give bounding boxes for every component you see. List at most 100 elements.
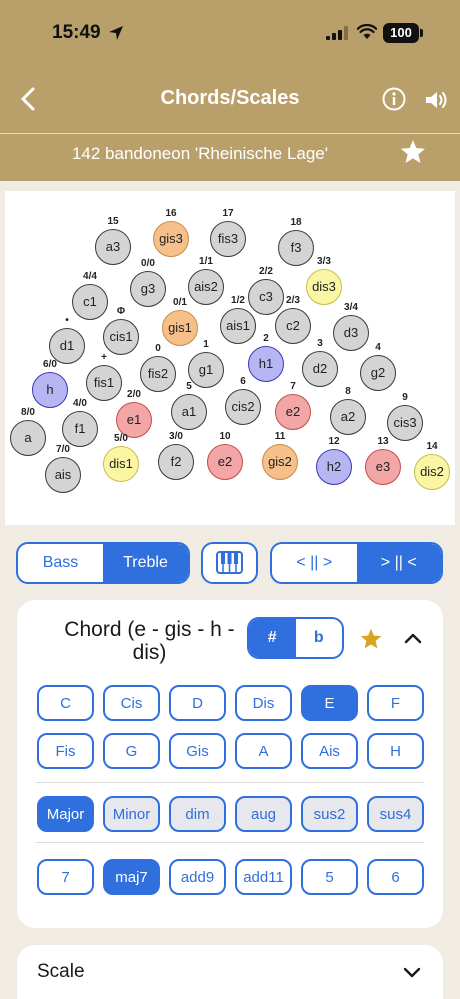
key-number: 4 [375, 342, 381, 353]
speaker-icon[interactable] [424, 88, 450, 112]
root-button-gis[interactable]: Gis [169, 733, 226, 769]
root-button-h[interactable]: H [367, 733, 424, 769]
quality-button-minor[interactable]: Minor [103, 796, 160, 832]
key-number: 8/0 [21, 407, 35, 418]
bandoneon-key[interactable]: dis1 [103, 446, 139, 482]
battery-nub [420, 29, 423, 37]
bandoneon-key[interactable]: e2 [207, 444, 243, 480]
key-number: 3/4 [344, 302, 358, 313]
key-number: 12 [328, 436, 340, 447]
bellows-toggle: < || > > || < [270, 542, 443, 584]
extension-button-maj7[interactable]: maj7 [103, 859, 160, 895]
header-bar: 15:49 100 Chords/Scales [0, 0, 460, 133]
key-number: 1 [203, 339, 209, 350]
bandoneon-key[interactable]: e3 [365, 449, 401, 485]
side-toggle: Bass Treble [16, 542, 190, 584]
bandoneon-key[interactable]: cis2 [225, 389, 261, 425]
key-number: 11 [274, 431, 286, 442]
location-arrow-icon [109, 26, 123, 40]
bandoneon-key[interactable]: f2 [158, 444, 194, 480]
flat-button[interactable]: b [296, 619, 343, 657]
star-icon[interactable] [359, 627, 383, 651]
key-number: 2/2 [259, 266, 273, 277]
key-number: 9 [402, 392, 408, 403]
battery-indicator: 100 [383, 23, 419, 43]
quality-button-sus4[interactable]: sus4 [367, 796, 424, 832]
bandoneon-key[interactable]: cis1 [103, 319, 139, 355]
divider [36, 842, 424, 843]
status-time: 15:49 [52, 22, 101, 43]
root-button-f[interactable]: F [367, 685, 424, 721]
scale-label: Scale [37, 961, 85, 982]
key-number: 7 [290, 381, 296, 392]
extension-button-6[interactable]: 6 [367, 859, 424, 895]
key-number: 5 [186, 381, 192, 392]
key-number: 5/0 [114, 433, 128, 444]
bandoneon-key[interactable]: gis3 [153, 221, 189, 257]
bandoneon-key[interactable]: a1 [171, 394, 207, 430]
treble-button[interactable]: Treble [103, 544, 188, 582]
bandoneon-key[interactable]: a3 [95, 229, 131, 265]
pull-button[interactable]: > || < [356, 544, 441, 582]
chord-card: Chord (e - gis - h - dis) # b C Cis D Dis E F… [17, 600, 443, 928]
root-button-cis[interactable]: Cis [103, 685, 160, 721]
root-button-d[interactable]: D [169, 685, 226, 721]
key-number: + [101, 352, 107, 363]
root-button-dis[interactable]: Dis [235, 685, 292, 721]
bandoneon-key[interactable]: ais [45, 457, 81, 493]
bandoneon-key[interactable]: e2 [275, 394, 311, 430]
key-number: 6/0 [43, 359, 57, 370]
wifi-icon [357, 24, 377, 39]
quality-button-sus2[interactable]: sus2 [301, 796, 358, 832]
key-number: 3 [317, 338, 323, 349]
key-number: 2 [263, 333, 269, 344]
bandoneon-key[interactable]: h2 [316, 449, 352, 485]
root-button-a[interactable]: A [235, 733, 292, 769]
signal-icon [326, 26, 348, 40]
chevron-up-icon[interactable] [403, 630, 423, 646]
root-button-ais[interactable]: Ais [301, 733, 358, 769]
quality-button-major[interactable]: Major [37, 796, 94, 832]
scale-card[interactable]: Scale [17, 945, 443, 999]
root-button-g[interactable]: G [103, 733, 160, 769]
key-number: 4/4 [83, 271, 97, 282]
info-icon[interactable] [381, 86, 407, 112]
bandoneon-key[interactable]: f1 [62, 411, 98, 447]
key-number: 2/3 [286, 295, 300, 306]
instrument-bar: 142 bandoneon 'Rheinische Lage' [0, 133, 460, 181]
bandoneon-key[interactable]: a [10, 420, 46, 456]
key-number: 7/0 [56, 444, 70, 455]
bandoneon-key[interactable]: dis2 [414, 454, 450, 490]
extension-button-add11[interactable]: add11 [235, 859, 292, 895]
bandoneon-key[interactable]: fis3 [210, 221, 246, 257]
push-button[interactable]: < || > [272, 544, 357, 582]
bandoneon-keyboard: 15 a3 16 gis3 17 fis3 18 f3 4/4 c1 0/0 g3 1/1 ais2 2/2… [5, 191, 455, 525]
extension-button-7[interactable]: 7 [37, 859, 94, 895]
root-button-c[interactable]: C [37, 685, 94, 721]
key-number: 1/1 [199, 256, 213, 267]
key-number: 3/3 [317, 256, 331, 267]
instrument-name: 142 bandoneon 'Rheinische Lage' [71, 144, 329, 163]
key-number: 0 [155, 343, 161, 354]
piano-button[interactable] [201, 542, 258, 584]
root-button-fis[interactable]: Fis [37, 733, 94, 769]
bandoneon-key[interactable]: a2 [330, 399, 366, 435]
extension-button-add9[interactable]: add9 [169, 859, 226, 895]
key-number: 0/1 [173, 297, 187, 308]
bandoneon-key[interactable]: g3 [130, 271, 166, 307]
key-number: 16 [165, 208, 177, 219]
bass-button[interactable]: Bass [18, 544, 103, 582]
quality-button-aug[interactable]: aug [235, 796, 292, 832]
key-number: 1/2 [231, 295, 245, 306]
star-icon[interactable] [399, 137, 427, 167]
root-button-e[interactable]: E [301, 685, 358, 721]
key-number: 8 [345, 386, 351, 397]
sharp-button[interactable]: # [249, 619, 296, 657]
key-number: 6 [240, 376, 246, 387]
key-number: 0/0 [141, 258, 155, 269]
quality-button-dim[interactable]: dim [169, 796, 226, 832]
bandoneon-key[interactable]: gis2 [262, 444, 298, 480]
extension-button-5[interactable]: 5 [301, 859, 358, 895]
key-number: 3/0 [169, 431, 183, 442]
bandoneon-key[interactable]: dis3 [306, 269, 342, 305]
